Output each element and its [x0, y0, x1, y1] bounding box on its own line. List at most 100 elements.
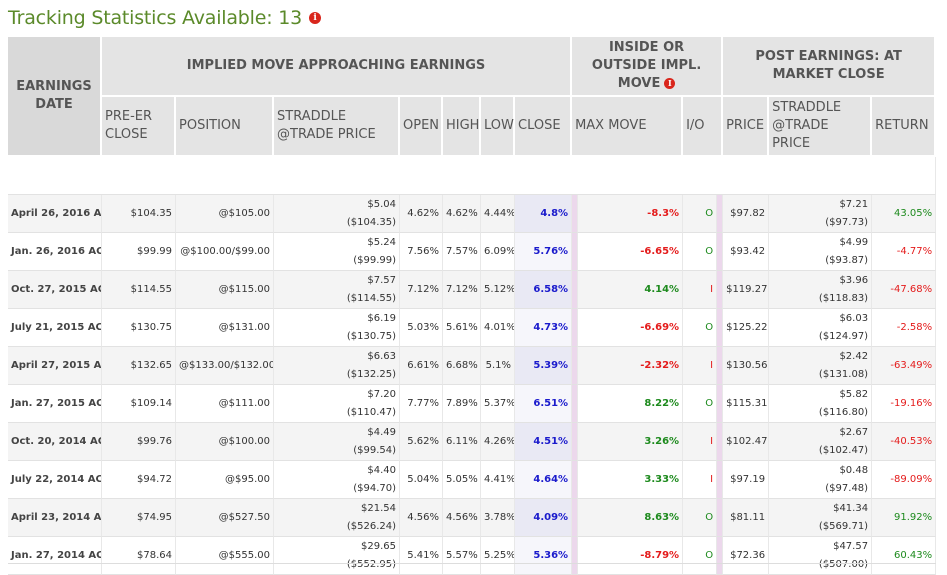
post-price-cell: $125.22: [723, 309, 770, 347]
position-cell: @$115.00: [176, 271, 274, 309]
position-cell: @$131.00: [176, 309, 274, 347]
straddle-price: $7.57: [367, 274, 396, 286]
close-cell: 5.36%: [515, 537, 573, 575]
group-inside-outside: INSIDE OR OUTSIDE IMPL. MOVE i: [572, 37, 724, 97]
return-cell: -47.68%: [872, 271, 937, 309]
io-cell: I: [683, 347, 718, 385]
open-cell: 7.12%: [400, 271, 443, 309]
straddle-trade-cell: $7.57 ($114.55): [274, 271, 400, 309]
straddle-post-underlying: ($131.08): [818, 368, 869, 380]
col-high[interactable]: HIGH: [443, 97, 481, 157]
straddle-post-price: $2.67: [839, 426, 869, 438]
high-cell: 7.89%: [443, 385, 481, 423]
position-cell: @$105.00: [176, 195, 274, 233]
straddle-price: $5.24: [367, 236, 396, 248]
position-cell: @$555.00: [176, 537, 274, 575]
col-straddle-post-price[interactable]: STRADDLE @TRADE PRICE: [769, 97, 873, 157]
table-row: April 26, 2016 AC $104.35 @$105.00 $5.04 ($1…: [8, 195, 937, 233]
post-price-cell: $81.11: [723, 499, 770, 537]
close-cell: 6.58%: [515, 271, 573, 309]
straddle-price: $6.19: [367, 312, 396, 324]
low-cell: 4.01%: [481, 309, 515, 347]
io-cell: O: [683, 537, 718, 575]
info-icon[interactable]: i: [664, 77, 676, 89]
open-cell: 6.61%: [400, 347, 443, 385]
max-move-cell: -6.69%: [578, 309, 684, 347]
open-cell: 7.77%: [400, 385, 443, 423]
high-cell: 5.57%: [443, 537, 481, 575]
table-bottom-divider: [8, 563, 936, 564]
return-cell: -63.49%: [872, 347, 937, 385]
max-move-cell: 3.33%: [578, 461, 684, 499]
col-straddle-trade-price[interactable]: STRADDLE @TRADE PRICE: [274, 97, 400, 157]
post-price-cell: $119.27: [723, 271, 770, 309]
max-move-cell: 8.22%: [578, 385, 684, 423]
position-cell: @$527.50: [176, 499, 274, 537]
col-earnings-date[interactable]: EARNINGS DATE: [8, 37, 102, 157]
open-cell: 5.03%: [400, 309, 443, 347]
col-open[interactable]: OPEN: [400, 97, 443, 157]
io-cell: O: [683, 233, 718, 271]
straddle-trade-cell: $5.04 ($104.35): [274, 195, 400, 233]
straddle-post-price: $5.82: [839, 388, 869, 400]
straddle-price: $5.04: [367, 198, 396, 210]
post-price-cell: $115.31: [723, 385, 770, 423]
col-max-move[interactable]: MAX MOVE: [572, 97, 684, 157]
straddle-post-underlying: ($93.87): [825, 254, 869, 266]
close-cell: 4.51%: [515, 423, 573, 461]
return-cell: -40.53%: [872, 423, 937, 461]
table-row: July 21, 2015 AC $130.75 @$131.00 $6.19 ($13…: [8, 309, 937, 347]
col-position[interactable]: POSITION: [176, 97, 274, 157]
earnings-date-cell: Oct. 27, 2015 AC: [8, 271, 102, 309]
col-io[interactable]: I/O: [683, 97, 724, 157]
straddle-post-cell: $6.03 ($124.97): [769, 309, 873, 347]
return-cell: -4.77%: [872, 233, 937, 271]
pre-er-close-cell: $99.99: [102, 233, 176, 271]
straddle-post-price: $47.57: [833, 540, 869, 552]
straddle-post-underlying: ($118.83): [818, 292, 869, 304]
open-cell: 5.04%: [400, 461, 443, 499]
col-return[interactable]: RETURN: [872, 97, 937, 157]
max-move-cell: -8.3%: [578, 195, 684, 233]
pre-er-close-cell: $78.64: [102, 537, 176, 575]
earnings-date-cell: Jan. 26, 2016 AC: [8, 233, 102, 271]
straddle-price: $4.49: [367, 426, 396, 438]
earnings-date-cell: Jan. 27, 2015 AC: [8, 385, 102, 423]
col-pre-er-close[interactable]: PRE-ER CLOSE: [102, 97, 176, 157]
low-cell: 6.09%: [481, 233, 515, 271]
post-price-cell: $102.47: [723, 423, 770, 461]
post-price-cell: $72.36: [723, 537, 770, 575]
table-row: July 22, 2014 AC $94.72 @$95.00 $4.40 ($94.7…: [8, 461, 937, 499]
straddle-price: $29.65: [361, 540, 396, 552]
low-cell: 5.25%: [481, 537, 515, 575]
earnings-date-cell: Oct. 20, 2014 AC: [8, 423, 102, 461]
straddle-post-cell: $5.82 ($116.80): [769, 385, 873, 423]
info-icon[interactable]: i: [309, 12, 322, 24]
table-body: April 26, 2016 AC $104.35 @$105.00 $5.04 ($1…: [8, 157, 937, 575]
earnings-date-cell: April 27, 2015 AC: [8, 347, 102, 385]
col-close[interactable]: CLOSE: [515, 97, 573, 157]
io-cell: I: [683, 271, 718, 309]
io-cell: O: [683, 385, 718, 423]
max-move-cell: -2.32%: [578, 347, 684, 385]
io-cell: O: [683, 309, 718, 347]
return-cell: 91.92%: [872, 499, 937, 537]
max-move-cell: 3.26%: [578, 423, 684, 461]
pre-er-close-cell: $130.75: [102, 309, 176, 347]
straddle-price: $7.20: [367, 388, 396, 400]
pre-er-close-cell: $132.65: [102, 347, 176, 385]
straddle-underlying: ($114.55): [346, 292, 396, 304]
pre-er-close-cell: $114.55: [102, 271, 176, 309]
io-cell: I: [683, 423, 718, 461]
return-cell: 43.05%: [872, 195, 937, 233]
high-cell: 5.05%: [443, 461, 481, 499]
earnings-date-cell: July 21, 2015 AC: [8, 309, 102, 347]
straddle-underlying: ($99.54): [353, 444, 396, 456]
post-price-cell: $93.42: [723, 233, 770, 271]
straddle-post-price: $41.34: [833, 502, 869, 514]
straddle-post-underlying: ($97.48): [825, 482, 869, 494]
col-low[interactable]: LOW: [481, 97, 515, 157]
col-price[interactable]: PRICE: [723, 97, 770, 157]
return-cell: 60.43%: [872, 537, 937, 575]
max-move-cell: 8.63%: [578, 499, 684, 537]
